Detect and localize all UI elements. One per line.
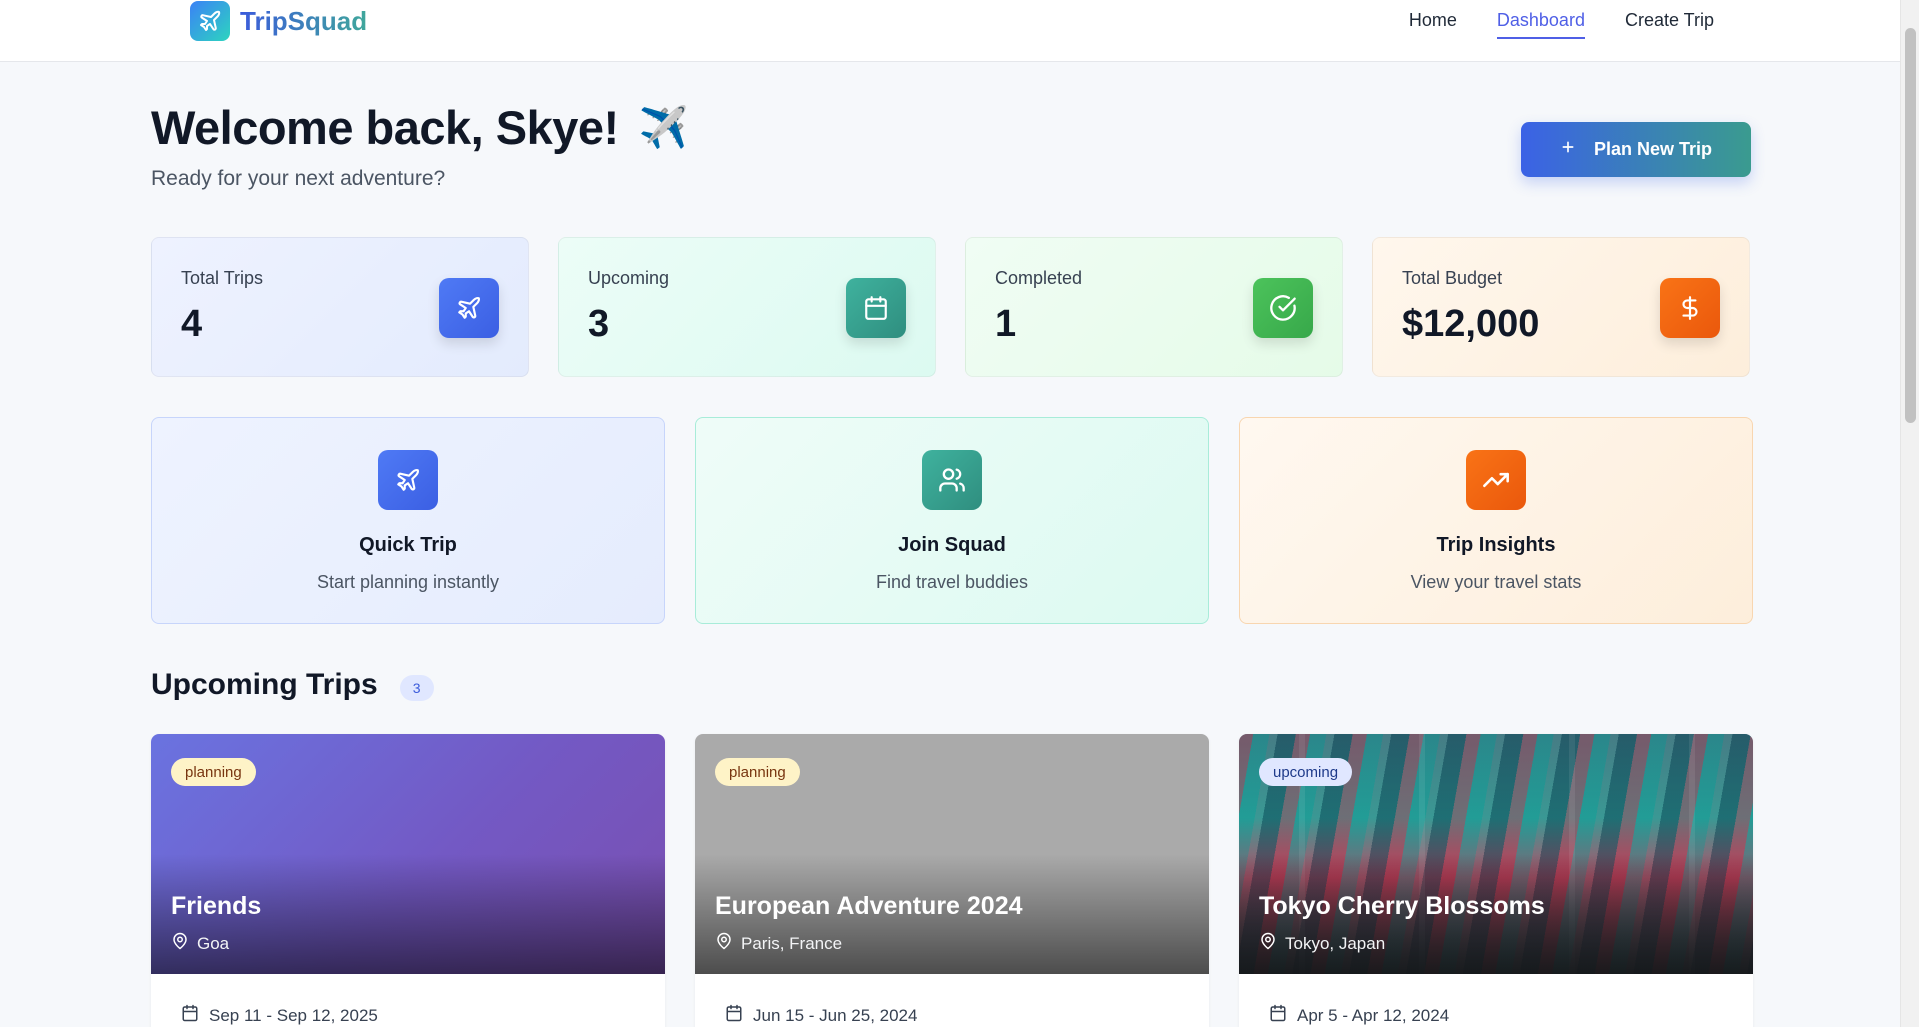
welcome-section: Welcome back, Skye! ✈️ Ready for your ne… bbox=[151, 100, 689, 191]
dates-text: Apr 5 - Apr 12, 2024 bbox=[1297, 1005, 1450, 1025]
status-badge: planning bbox=[715, 758, 800, 786]
status-badge: upcoming bbox=[1259, 758, 1353, 786]
trip-name: European Adventure 2024 bbox=[715, 892, 1023, 920]
action-title: Trip Insights bbox=[1436, 534, 1556, 556]
status-badge: planning bbox=[171, 758, 256, 786]
stat-card-upcoming: Upcoming 3 bbox=[558, 237, 936, 377]
scrollbar-thumb[interactable] bbox=[1905, 28, 1916, 423]
location-text: Paris, France bbox=[741, 933, 843, 953]
nav-dashboard[interactable]: Dashboard bbox=[1496, 10, 1586, 39]
calendar-icon bbox=[181, 1004, 199, 1027]
calendar-icon bbox=[725, 1004, 743, 1027]
map-pin-icon bbox=[171, 932, 189, 955]
trip-name: Tokyo Cherry Blossoms bbox=[1259, 892, 1545, 920]
plus-icon bbox=[1560, 139, 1576, 160]
calendar-icon bbox=[846, 278, 906, 338]
airplane-emoji: ✈️ bbox=[638, 106, 689, 150]
brand-name: TripSquad bbox=[240, 5, 368, 36]
welcome-title: Welcome back, Skye! bbox=[151, 101, 619, 154]
location-text: Tokyo, Japan bbox=[1285, 933, 1386, 953]
trip-name: Friends bbox=[171, 892, 262, 920]
upcoming-trips-header: Upcoming Trips 3 bbox=[151, 668, 434, 702]
stat-card-total-trips: Total Trips 4 bbox=[151, 237, 529, 377]
trip-dates: Jun 15 - Jun 25, 2024 bbox=[695, 974, 1209, 1027]
top-navbar: TripSquad Home Dashboard Create Trip bbox=[0, 0, 1900, 62]
welcome-subtitle: Ready for your next adventure? bbox=[151, 167, 446, 190]
trip-card-friends[interactable]: planning Friends Goa Sep 11 - Sep 12, 20… bbox=[151, 734, 665, 1027]
action-title: Quick Trip bbox=[359, 534, 457, 556]
plane-icon bbox=[378, 450, 438, 510]
welcome-heading: Welcome back, Skye! ✈️ bbox=[151, 100, 689, 155]
action-description: Find travel buddies bbox=[875, 572, 1029, 592]
trip-card-european-adventure[interactable]: planning European Adventure 2024 Paris, … bbox=[695, 734, 1209, 1027]
trip-location: Paris, France bbox=[715, 932, 842, 955]
trip-cover-photo: upcoming Tokyo Cherry Blossoms Tokyo, Ja… bbox=[1239, 734, 1753, 974]
stat-card-total-budget: Total Budget $12,000 bbox=[1372, 237, 1750, 377]
calendar-icon bbox=[1269, 1004, 1287, 1027]
plan-new-trip-label: Plan New Trip bbox=[1593, 139, 1713, 159]
action-description: Start planning instantly bbox=[316, 572, 500, 592]
action-description: View your travel stats bbox=[1410, 572, 1582, 592]
brand[interactable]: TripSquad bbox=[190, 1, 367, 41]
dollar-icon bbox=[1660, 278, 1720, 338]
plane-icon bbox=[439, 278, 499, 338]
trip-cover: planning Friends Goa bbox=[151, 734, 665, 974]
map-pin-icon bbox=[1259, 932, 1277, 955]
plane-icon bbox=[190, 1, 230, 41]
quick-actions: Quick Trip Start planning instantly Join… bbox=[151, 417, 1753, 624]
section-title: Upcoming Trips bbox=[151, 668, 378, 701]
users-icon bbox=[922, 450, 982, 510]
location-text: Goa bbox=[197, 933, 230, 953]
trip-card-tokyo[interactable]: upcoming Tokyo Cherry Blossoms Tokyo, Ja… bbox=[1239, 734, 1753, 1027]
stat-card-completed: Completed 1 bbox=[965, 237, 1343, 377]
trip-cards: planning Friends Goa Sep 11 - Sep 12, 20… bbox=[151, 734, 1753, 1027]
plan-new-trip-button[interactable]: Plan New Trip bbox=[1521, 122, 1751, 177]
trip-cover: planning European Adventure 2024 Paris, … bbox=[695, 734, 1209, 974]
trending-up-icon bbox=[1466, 450, 1526, 510]
main-nav: Home Dashboard Create Trip bbox=[1409, 0, 1714, 44]
map-pin-icon bbox=[715, 932, 733, 955]
trip-location: Tokyo, Japan bbox=[1259, 932, 1385, 955]
trip-dates: Apr 5 - Apr 12, 2024 bbox=[1239, 974, 1753, 1027]
trip-location: Goa bbox=[171, 932, 229, 955]
join-squad-card[interactable]: Join Squad Find travel buddies bbox=[695, 417, 1209, 624]
action-title: Join Squad bbox=[898, 534, 1006, 556]
check-circle-icon bbox=[1253, 278, 1313, 338]
count-badge: 3 bbox=[399, 675, 434, 701]
dates-text: Sep 11 - Sep 12, 2025 bbox=[209, 1005, 378, 1025]
page-scrollbar[interactable] bbox=[1900, 0, 1919, 1027]
nav-home[interactable]: Home bbox=[1409, 10, 1457, 35]
quick-trip-card[interactable]: Quick Trip Start planning instantly bbox=[151, 417, 665, 624]
trip-dates: Sep 11 - Sep 12, 2025 bbox=[151, 974, 665, 1027]
stats-row: Total Trips 4 Upcoming 3 Completed 1 Tot… bbox=[151, 237, 1750, 377]
trip-insights-card[interactable]: Trip Insights View your travel stats bbox=[1239, 417, 1753, 624]
dates-text: Jun 15 - Jun 25, 2024 bbox=[753, 1005, 918, 1025]
nav-create-trip[interactable]: Create Trip bbox=[1625, 10, 1714, 35]
page: TripSquad Home Dashboard Create Trip Wel… bbox=[0, 0, 1919, 1027]
